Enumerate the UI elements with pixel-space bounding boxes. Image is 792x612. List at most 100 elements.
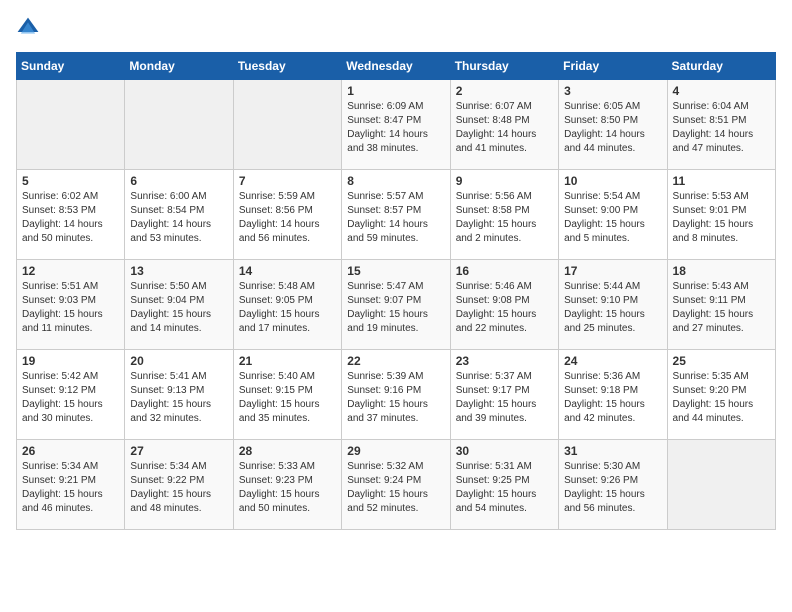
day-info: Sunrise: 6:04 AM Sunset: 8:51 PM Dayligh… xyxy=(673,100,770,156)
weekday-header-thursday: Thursday xyxy=(450,53,558,80)
day-info: Sunrise: 5:41 AM Sunset: 9:13 PM Dayligh… xyxy=(130,370,227,426)
day-number: 20 xyxy=(130,354,227,368)
calendar-cell: 18 Sunrise: 5:43 AM Sunset: 9:11 PM Dayli… xyxy=(667,260,775,350)
calendar-cell xyxy=(17,80,125,170)
day-info: Sunrise: 5:43 AM Sunset: 9:11 PM Dayligh… xyxy=(673,280,770,336)
calendar-cell: 9 Sunrise: 5:56 AM Sunset: 8:58 PM Daylig… xyxy=(450,170,558,260)
calendar-cell: 19 Sunrise: 5:42 AM Sunset: 9:12 PM Dayli… xyxy=(17,350,125,440)
day-info: Sunrise: 5:36 AM Sunset: 9:18 PM Dayligh… xyxy=(564,370,661,426)
day-info: Sunrise: 6:05 AM Sunset: 8:50 PM Dayligh… xyxy=(564,100,661,156)
page-header xyxy=(16,16,776,40)
day-number: 5 xyxy=(22,174,119,188)
day-number: 30 xyxy=(456,444,553,458)
calendar-cell: 15 Sunrise: 5:47 AM Sunset: 9:07 PM Dayli… xyxy=(342,260,450,350)
calendar-cell: 24 Sunrise: 5:36 AM Sunset: 9:18 PM Dayli… xyxy=(559,350,667,440)
calendar-cell: 4 Sunrise: 6:04 AM Sunset: 8:51 PM Daylig… xyxy=(667,80,775,170)
calendar-cell: 11Sunrise: 5:53 AM Sunset: 9:01 PM Dayli… xyxy=(667,170,775,260)
calendar-cell: 3 Sunrise: 6:05 AM Sunset: 8:50 PM Daylig… xyxy=(559,80,667,170)
day-info: Sunrise: 5:30 AM Sunset: 9:26 PM Dayligh… xyxy=(564,460,661,516)
day-info: Sunrise: 5:35 AM Sunset: 9:20 PM Dayligh… xyxy=(673,370,770,426)
calendar-cell xyxy=(125,80,233,170)
day-info: Sunrise: 5:42 AM Sunset: 9:12 PM Dayligh… xyxy=(22,370,119,426)
weekday-header-saturday: Saturday xyxy=(667,53,775,80)
week-row-5: 26 Sunrise: 5:34 AM Sunset: 9:21 PM Dayli… xyxy=(17,440,776,530)
week-row-1: 1Sunrise: 6:09 AM Sunset: 8:47 PM Daylig… xyxy=(17,80,776,170)
day-info: Sunrise: 5:34 AM Sunset: 9:21 PM Dayligh… xyxy=(22,460,119,516)
calendar-cell: 29 Sunrise: 5:32 AM Sunset: 9:24 PM Dayli… xyxy=(342,440,450,530)
weekday-header-wednesday: Wednesday xyxy=(342,53,450,80)
day-number: 4 xyxy=(673,84,770,98)
calendar-table: SundayMondayTuesdayWednesdayThursdayFrid… xyxy=(16,52,776,530)
day-info: Sunrise: 5:44 AM Sunset: 9:10 PM Dayligh… xyxy=(564,280,661,336)
day-number: 8 xyxy=(347,174,444,188)
day-info: Sunrise: 5:37 AM Sunset: 9:17 PM Dayligh… xyxy=(456,370,553,426)
day-number: 13 xyxy=(130,264,227,278)
calendar-cell: 2 Sunrise: 6:07 AM Sunset: 8:48 PM Daylig… xyxy=(450,80,558,170)
calendar-cell: 22Sunrise: 5:39 AM Sunset: 9:16 PM Dayli… xyxy=(342,350,450,440)
calendar-cell: 31 Sunrise: 5:30 AM Sunset: 9:26 PM Dayli… xyxy=(559,440,667,530)
day-number: 12 xyxy=(22,264,119,278)
week-row-4: 19 Sunrise: 5:42 AM Sunset: 9:12 PM Dayli… xyxy=(17,350,776,440)
day-number: 24 xyxy=(564,354,661,368)
day-info: Sunrise: 5:32 AM Sunset: 9:24 PM Dayligh… xyxy=(347,460,444,516)
day-number: 27 xyxy=(130,444,227,458)
day-number: 7 xyxy=(239,174,336,188)
day-number: 29 xyxy=(347,444,444,458)
day-info: Sunrise: 5:40 AM Sunset: 9:15 PM Dayligh… xyxy=(239,370,336,426)
day-info: Sunrise: 6:07 AM Sunset: 8:48 PM Dayligh… xyxy=(456,100,553,156)
day-number: 17 xyxy=(564,264,661,278)
calendar-cell: 26 Sunrise: 5:34 AM Sunset: 9:21 PM Dayli… xyxy=(17,440,125,530)
day-info: Sunrise: 6:02 AM Sunset: 8:53 PM Dayligh… xyxy=(22,190,119,246)
day-number: 2 xyxy=(456,84,553,98)
day-number: 19 xyxy=(22,354,119,368)
day-info: Sunrise: 5:47 AM Sunset: 9:07 PM Dayligh… xyxy=(347,280,444,336)
day-info: Sunrise: 6:00 AM Sunset: 8:54 PM Dayligh… xyxy=(130,190,227,246)
day-info: Sunrise: 5:31 AM Sunset: 9:25 PM Dayligh… xyxy=(456,460,553,516)
calendar-cell xyxy=(667,440,775,530)
calendar-cell: 10 Sunrise: 5:54 AM Sunset: 9:00 PM Dayli… xyxy=(559,170,667,260)
day-number: 10 xyxy=(564,174,661,188)
day-info: Sunrise: 5:51 AM Sunset: 9:03 PM Dayligh… xyxy=(22,280,119,336)
day-number: 14 xyxy=(239,264,336,278)
day-info: Sunrise: 5:57 AM Sunset: 8:57 PM Dayligh… xyxy=(347,190,444,246)
day-info: Sunrise: 5:48 AM Sunset: 9:05 PM Dayligh… xyxy=(239,280,336,336)
logo xyxy=(16,16,44,40)
calendar-cell: 5 Sunrise: 6:02 AM Sunset: 8:53 PM Daylig… xyxy=(17,170,125,260)
calendar-cell xyxy=(233,80,341,170)
calendar-header: SundayMondayTuesdayWednesdayThursdayFrid… xyxy=(17,53,776,80)
calendar-cell: 12 Sunrise: 5:51 AM Sunset: 9:03 PM Dayli… xyxy=(17,260,125,350)
day-info: Sunrise: 5:50 AM Sunset: 9:04 PM Dayligh… xyxy=(130,280,227,336)
day-number: 26 xyxy=(22,444,119,458)
calendar-cell: 1Sunrise: 6:09 AM Sunset: 8:47 PM Daylig… xyxy=(342,80,450,170)
day-number: 16 xyxy=(456,264,553,278)
calendar-cell: 21Sunrise: 5:40 AM Sunset: 9:15 PM Dayli… xyxy=(233,350,341,440)
calendar-cell: 30 Sunrise: 5:31 AM Sunset: 9:25 PM Dayli… xyxy=(450,440,558,530)
day-number: 18 xyxy=(673,264,770,278)
day-number: 6 xyxy=(130,174,227,188)
day-info: Sunrise: 5:54 AM Sunset: 9:00 PM Dayligh… xyxy=(564,190,661,246)
calendar-cell: 27 Sunrise: 5:34 AM Sunset: 9:22 PM Dayli… xyxy=(125,440,233,530)
day-info: Sunrise: 5:33 AM Sunset: 9:23 PM Dayligh… xyxy=(239,460,336,516)
weekday-header-monday: Monday xyxy=(125,53,233,80)
weekday-header-tuesday: Tuesday xyxy=(233,53,341,80)
calendar-cell: 25Sunrise: 5:35 AM Sunset: 9:20 PM Dayli… xyxy=(667,350,775,440)
day-number: 31 xyxy=(564,444,661,458)
day-info: Sunrise: 5:34 AM Sunset: 9:22 PM Dayligh… xyxy=(130,460,227,516)
week-row-2: 5 Sunrise: 6:02 AM Sunset: 8:53 PM Daylig… xyxy=(17,170,776,260)
day-number: 23 xyxy=(456,354,553,368)
calendar-cell: 13 Sunrise: 5:50 AM Sunset: 9:04 PM Dayli… xyxy=(125,260,233,350)
day-number: 15 xyxy=(347,264,444,278)
day-number: 3 xyxy=(564,84,661,98)
day-info: Sunrise: 5:39 AM Sunset: 9:16 PM Dayligh… xyxy=(347,370,444,426)
day-number: 9 xyxy=(456,174,553,188)
day-number: 28 xyxy=(239,444,336,458)
calendar-cell: 6 Sunrise: 6:00 AM Sunset: 8:54 PM Daylig… xyxy=(125,170,233,260)
day-info: Sunrise: 5:53 AM Sunset: 9:01 PM Dayligh… xyxy=(673,190,770,246)
calendar-cell: 16Sunrise: 5:46 AM Sunset: 9:08 PM Dayli… xyxy=(450,260,558,350)
calendar-cell: 28 Sunrise: 5:33 AM Sunset: 9:23 PM Dayli… xyxy=(233,440,341,530)
day-info: Sunrise: 5:56 AM Sunset: 8:58 PM Dayligh… xyxy=(456,190,553,246)
calendar-cell: 20 Sunrise: 5:41 AM Sunset: 9:13 PM Dayli… xyxy=(125,350,233,440)
calendar-cell: 23 Sunrise: 5:37 AM Sunset: 9:17 PM Dayli… xyxy=(450,350,558,440)
day-info: Sunrise: 6:09 AM Sunset: 8:47 PM Dayligh… xyxy=(347,100,444,156)
logo-icon xyxy=(16,16,40,40)
